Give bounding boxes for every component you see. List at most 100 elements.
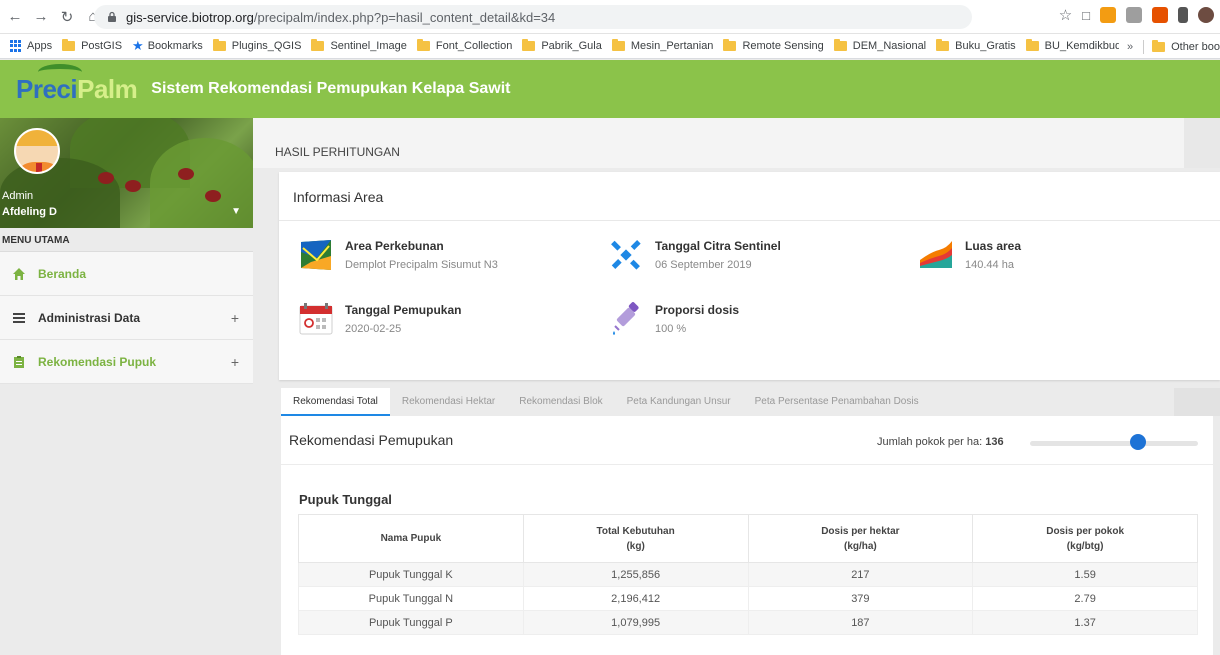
expand-plus-icon[interactable]: + bbox=[231, 310, 239, 326]
info-value: 2020-02-25 bbox=[345, 323, 402, 335]
info-value: Demplot Precipalm Sisumut N3 bbox=[345, 259, 498, 271]
page-title: HASIL PERHITUNGAN bbox=[275, 145, 400, 159]
apps-grid-icon bbox=[10, 40, 22, 52]
user-role: Admin bbox=[2, 190, 34, 202]
app-logo[interactable]: PreciPalm bbox=[16, 63, 138, 105]
folder-icon bbox=[416, 39, 430, 51]
forward-arrow-icon[interactable]: → bbox=[30, 6, 52, 28]
info-proporsi-dosis: Proporsi dosis 100 % bbox=[609, 302, 739, 336]
satellite-icon bbox=[611, 240, 641, 270]
palm-fruit-decoration bbox=[98, 172, 114, 184]
table-row: Pupuk Tunggal N 2,196,412 379 2.79 bbox=[298, 586, 1198, 611]
bookmark-postgis[interactable]: PostGIS bbox=[62, 39, 122, 52]
folder-icon bbox=[212, 39, 226, 51]
info-luas-area: Luas area 140.44 ha bbox=[919, 238, 1021, 272]
table-row: Pupuk Tunggal P 1,079,995 187 1.37 bbox=[298, 610, 1198, 635]
bookmarks-overflow-button[interactable]: » bbox=[1127, 41, 1133, 53]
browser-extensions: ☆ □ bbox=[1059, 6, 1220, 24]
chevron-down-icon[interactable]: ▼ bbox=[231, 206, 241, 217]
tab-rekomendasi-blok[interactable]: Rekomendasi Blok bbox=[507, 388, 614, 416]
reload-icon[interactable]: ↻ bbox=[56, 6, 78, 28]
info-area-perkebunan: Area Perkebunan Demplot Precipalm Sisumu… bbox=[299, 238, 498, 272]
bookmark-bookmarks[interactable]: ★ Bookmarks bbox=[132, 38, 203, 54]
dropper-icon bbox=[613, 302, 639, 335]
table-cell: 1,255,856 bbox=[522, 562, 749, 587]
palm-fruit-decoration bbox=[205, 190, 221, 202]
table-cell: 217 bbox=[747, 562, 974, 587]
folder-icon bbox=[611, 39, 625, 51]
table-cell: Pupuk Tunggal K bbox=[298, 562, 524, 587]
bookmark-font-collection[interactable]: Font_Collection bbox=[416, 39, 512, 52]
url-path: /precipalm/index.php?p=hasil_content_det… bbox=[253, 9, 556, 25]
info-value: 140.44 ha bbox=[965, 259, 1014, 271]
table-cell: Pupuk Tunggal P bbox=[298, 610, 524, 635]
browser-toolbar: ← → ↻ ⌂ gis-service.biotrop.org/precipal… bbox=[0, 0, 1220, 34]
bookmark-pabrik-gula[interactable]: Pabrik_Gula bbox=[522, 39, 602, 52]
bookmark-remote-sensing[interactable]: Remote Sensing bbox=[723, 39, 824, 52]
user-profile-panel: Admin Afdeling D ▼ bbox=[0, 118, 253, 228]
table-cell: Pupuk Tunggal N bbox=[298, 586, 524, 611]
bookmark-star-icon[interactable]: ☆ bbox=[1059, 6, 1072, 24]
bookmark-bu-kemdikbud[interactable]: BU_Kemdikbud bbox=[1025, 39, 1121, 52]
folder-icon bbox=[311, 39, 325, 51]
extension-dark-icon[interactable] bbox=[1178, 7, 1188, 23]
tab-rekomendasi-total[interactable]: Rekomendasi Total bbox=[281, 388, 390, 416]
column-header-total-kebutuhan: Total Kebutuhan (kg) bbox=[522, 514, 749, 563]
slider-handle[interactable] bbox=[1129, 434, 1146, 450]
palm-fruit-decoration bbox=[178, 168, 194, 180]
divider bbox=[281, 464, 1213, 465]
back-arrow-icon[interactable]: ← bbox=[4, 6, 26, 28]
bookmark-buku-gratis[interactable]: Buku_Gratis bbox=[936, 39, 1016, 52]
tab-rekomendasi-hektar[interactable]: Rekomendasi Hektar bbox=[390, 388, 507, 416]
lock-icon bbox=[108, 11, 116, 22]
clipboard-icon bbox=[12, 355, 26, 369]
calendar-icon bbox=[299, 303, 333, 335]
sidebar-item-label: Rekomendasi Pupuk bbox=[38, 354, 157, 369]
divider bbox=[279, 220, 1220, 221]
extension-red-icon[interactable] bbox=[1152, 7, 1168, 23]
cast-icon[interactable]: □ bbox=[1082, 8, 1090, 23]
profile-icon[interactable] bbox=[1198, 7, 1214, 23]
table-row: Pupuk Tunggal K 1,255,856 217 1.59 bbox=[298, 562, 1198, 587]
table-cell: 1.59 bbox=[972, 562, 1198, 587]
sidebar-item-label: Beranda bbox=[38, 266, 87, 281]
avatar[interactable] bbox=[14, 128, 60, 174]
bookmark-other[interactable]: Other boo bbox=[1152, 39, 1220, 53]
extension-orange-icon[interactable] bbox=[1100, 7, 1116, 23]
expand-plus-icon[interactable]: + bbox=[231, 354, 239, 370]
pokok-per-ha-slider[interactable] bbox=[1030, 441, 1198, 446]
info-area-card: Informasi Area Area Perkebunan Demplot P… bbox=[279, 172, 1220, 380]
palm-leaf-icon bbox=[38, 63, 82, 80]
content-header: HASIL PERHITUNGAN bbox=[253, 118, 1220, 168]
menu-heading: MENU UTAMA bbox=[0, 228, 253, 252]
table-cell: 187 bbox=[747, 610, 974, 635]
bookmark-apps[interactable]: Apps bbox=[10, 40, 52, 52]
sidebar-item-rekomendasi-pupuk[interactable]: Rekomendasi Pupuk + bbox=[0, 340, 253, 384]
card-title: Rekomendasi Pemupukan bbox=[289, 432, 454, 448]
info-value: 100 % bbox=[655, 323, 687, 335]
sidebar-item-administrasi-data[interactable]: Administrasi Data + bbox=[0, 296, 253, 340]
table-cell: 1,079,995 bbox=[522, 610, 749, 635]
star-icon: ★ bbox=[132, 38, 144, 53]
folder-icon bbox=[723, 39, 737, 51]
column-header-nama-pupuk: Nama Pupuk bbox=[298, 514, 524, 563]
column-header-dosis-per-pokok: Dosis per pokok (kg/btg) bbox=[972, 514, 1198, 563]
tab-peta-kandungan-unsur[interactable]: Peta Kandungan Unsur bbox=[615, 388, 743, 416]
bookmark-plugins-qgis[interactable]: Plugins_QGIS bbox=[212, 39, 301, 52]
sidebar-item-beranda[interactable]: Beranda bbox=[0, 252, 253, 296]
info-label: Luas area bbox=[965, 239, 1022, 253]
tab-peta-persentase-penambahan-dosis[interactable]: Peta Persentase Penambahan Dosis bbox=[743, 388, 931, 416]
bookmark-mesin-pertanian[interactable]: Mesin_Pertanian bbox=[611, 39, 713, 52]
extension-gray-icon[interactable] bbox=[1126, 7, 1142, 23]
divider bbox=[1143, 39, 1145, 54]
address-bar[interactable]: gis-service.biotrop.org/precipalm/index.… bbox=[94, 5, 972, 29]
bookmark-dem-nasional[interactable]: DEM_Nasional bbox=[833, 39, 926, 52]
info-label: Tanggal Citra Sentinel bbox=[655, 239, 781, 253]
user-name: Afdeling D bbox=[2, 206, 57, 218]
home-icon bbox=[12, 267, 26, 281]
bookmarks-overflow-area: » Other boo bbox=[1118, 34, 1220, 58]
info-tanggal-pemupukan: Tanggal Pemupukan 2020-02-25 bbox=[299, 302, 461, 336]
sidebar: Admin Afdeling D ▼ MENU UTAMA Beranda Ad… bbox=[0, 118, 253, 655]
bookmark-sentinel-image[interactable]: Sentinel_Image bbox=[311, 39, 407, 52]
folder-icon bbox=[522, 39, 536, 51]
